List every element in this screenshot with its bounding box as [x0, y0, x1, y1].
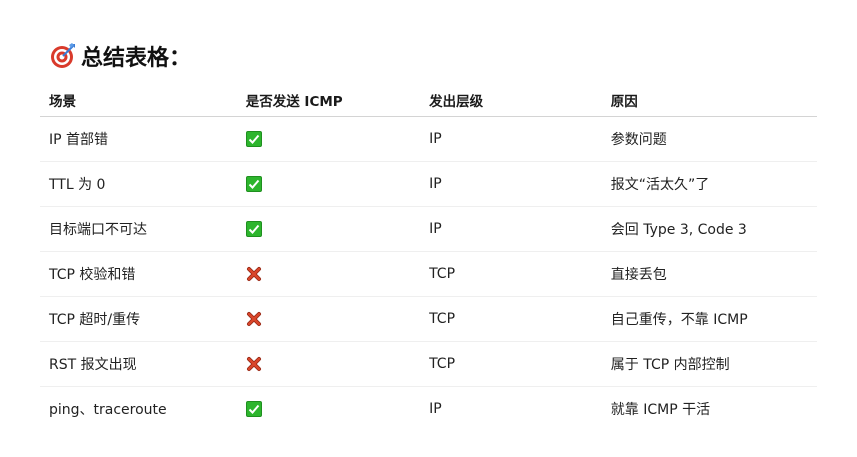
cell-sends-icmp — [236, 161, 421, 207]
table-row: RST 报文出现 TCP 属于 TCP 内部控制 — [40, 341, 817, 387]
cell-scenario: TTL 为 0 — [40, 161, 237, 207]
cell-sends-icmp — [236, 251, 421, 297]
column-header-reason: 原因 — [601, 83, 817, 117]
cell-layer: IP — [420, 206, 602, 252]
check-icon — [245, 176, 262, 192]
cell-sends-icmp — [236, 116, 421, 162]
check-icon — [245, 131, 262, 147]
summary-heading: 总结表格： — [49, 38, 191, 74]
target-icon — [49, 42, 77, 70]
summary-table: 场景 是否发送 ICMP 发出层级 原因 IP 首部错 IP 参数问题 TTL 为 0… — [40, 83, 817, 431]
table-row: TTL 为 0 IP 报文“活太久”了 — [40, 161, 817, 207]
cell-scenario: TCP 校验和错 — [40, 251, 237, 297]
page: 总结表格： 场景 是否发送 ICMP 发出层级 原因 IP 首部错 IP 参数问题 T… — [0, 0, 857, 457]
check-icon — [245, 221, 262, 237]
check-icon — [245, 401, 262, 417]
table-row: 目标端口不可达 IP 会回 Type 3, Code 3 — [40, 206, 817, 252]
column-header-layer: 发出层级 — [420, 83, 602, 117]
table-row: TCP 校验和错 TCP 直接丢包 — [40, 251, 817, 297]
cell-layer: IP — [420, 161, 602, 207]
cell-layer: TCP — [420, 341, 602, 387]
cell-layer: IP — [420, 116, 602, 162]
cell-reason: 属于 TCP 内部控制 — [601, 341, 817, 387]
cell-sends-icmp — [236, 296, 421, 342]
cell-reason: 报文“活太久”了 — [601, 161, 817, 207]
cell-reason: 就靠 ICMP 干活 — [610, 402, 711, 418]
cell-scenario: ping、traceroute — [49, 402, 167, 418]
cell-reason: 会回 Type 3, Code 3 — [601, 206, 817, 252]
table-row: ping、traceroute IP 就靠 ICMP 干活 — [40, 387, 817, 432]
cell-sends-icmp — [237, 387, 420, 432]
cell-scenario: RST 报文出现 — [40, 341, 237, 387]
column-header-sends-icmp: 是否发送 ICMP — [236, 83, 421, 117]
page-title: 总结表格： — [81, 46, 192, 71]
table-row: IP 首部错 IP 参数问题 — [40, 116, 817, 162]
cell-reason: 直接丢包 — [601, 251, 817, 297]
cross-icon — [246, 266, 262, 282]
cell-layer: IP — [429, 401, 442, 417]
table-header-row: 场景 是否发送 ICMP 发出层级 原因 — [40, 83, 817, 117]
cross-icon — [246, 356, 262, 372]
cell-reason: 自己重传，不靠 ICMP — [601, 296, 817, 342]
table-body: IP 首部错 IP 参数问题 TTL 为 0 IP 报文“活太久”了 目标端口不可达 IP 会回… — [40, 116, 817, 432]
table-row: TCP 超时/重传 TCP 自己重传，不靠 ICMP — [40, 296, 817, 342]
cell-sends-icmp — [236, 341, 421, 387]
cross-icon — [246, 311, 262, 327]
column-header-scenario: 场景 — [40, 83, 237, 117]
cell-scenario: 目标端口不可达 — [40, 206, 237, 252]
cell-scenario: TCP 超时/重传 — [40, 296, 237, 342]
cell-layer: TCP — [420, 296, 602, 342]
cell-layer: TCP — [420, 251, 602, 297]
cell-sends-icmp — [236, 206, 421, 252]
cell-reason: 参数问题 — [601, 116, 817, 162]
cell-scenario: IP 首部错 — [40, 116, 237, 162]
